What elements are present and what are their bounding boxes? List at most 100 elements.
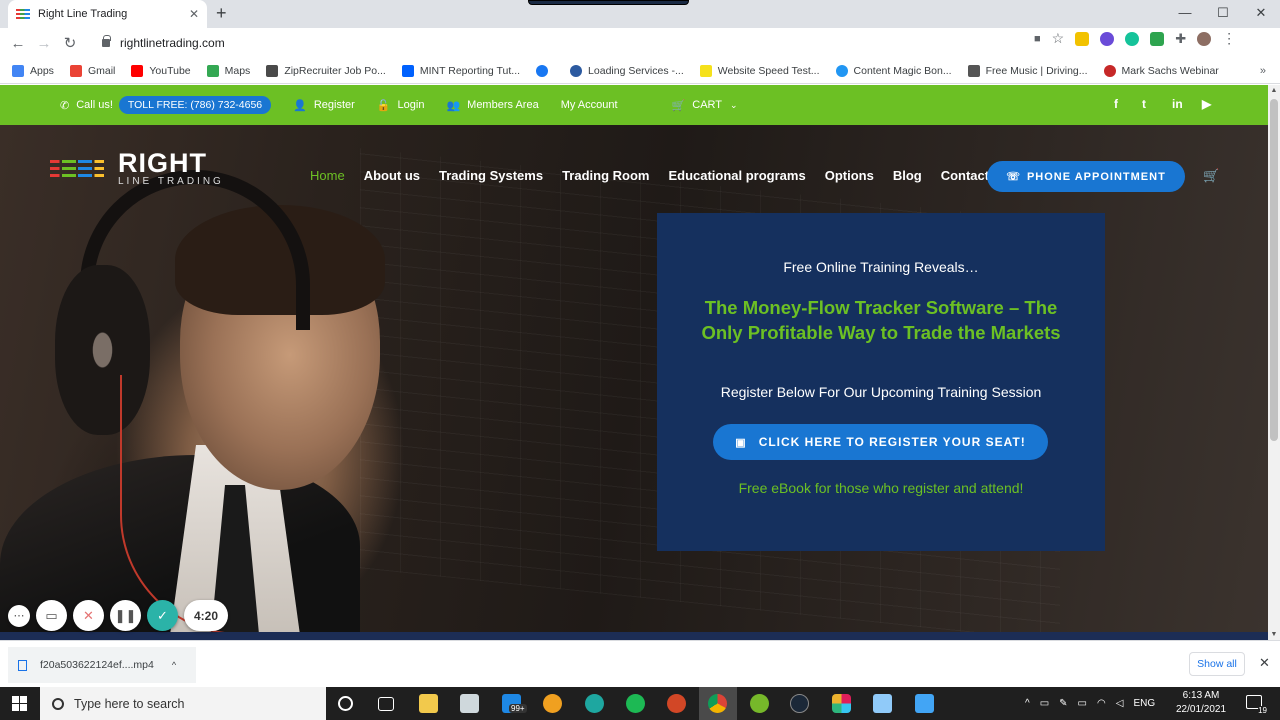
meet-now-icon[interactable]: ▭ [1040,698,1049,709]
steam-icon[interactable] [790,694,809,713]
toll-free-button[interactable]: TOLL FREE: (786) 732-4656 [118,96,272,114]
notification-icon[interactable]: 19 [1246,695,1267,715]
browser-tab[interactable]: Right Line Trading ✕ [8,0,207,28]
forward-icon[interactable]: → [31,35,57,52]
apps-grid-icon [12,64,24,77]
bookmark-label: Maps [224,64,251,77]
avatar[interactable] [1197,31,1212,46]
show-all-button[interactable]: Show all [1189,652,1245,676]
grammarly-icon[interactable] [1125,31,1140,46]
linkedin-icon[interactable]: in [1172,97,1183,111]
cancel-recording-icon[interactable]: ✕ [73,600,104,631]
page-scrollbar[interactable]: ▲ ▼ [1268,85,1280,640]
address-bar[interactable]: rightlinetrading.com [92,31,1087,55]
utorrent-icon[interactable] [750,694,769,713]
bookmark-label: Apps [30,64,54,77]
bookmark-ziprecruiter[interactable]: ZipRecruiter Job Po... [266,64,386,77]
more-bookmarks-icon[interactable]: » [1260,65,1266,77]
close-window-icon[interactable]: ✕ [1242,0,1280,28]
download-item[interactable]: f20a503622124ef....mp4 ^ [8,647,196,683]
spotify-icon[interactable] [626,694,645,713]
bookmark-star-icon[interactable]: ☆ [1052,30,1065,47]
extension-icon[interactable] [1150,31,1165,46]
menu-dots-icon[interactable]: ⋮ [1222,30,1236,47]
clock[interactable]: 6:13 AM 22/01/2021 [1176,689,1226,717]
nav-trading-room[interactable]: Trading Room [562,168,649,183]
nav-trading-systems[interactable]: Trading Systems [439,168,543,183]
facebook-icon[interactable]: f [1114,97,1118,111]
reload-icon[interactable]: ↻ [57,34,83,52]
close-download-bar-icon[interactable]: ✕ [1259,655,1270,671]
windows-start-icon[interactable] [12,696,27,711]
chrome-icon[interactable] [708,694,727,713]
register-link[interactable]: 👤 Register [293,99,355,112]
taskbar-search[interactable]: Type here to search [40,687,326,720]
cart-icon[interactable]: 🛒 [1203,168,1219,184]
bookmark-loading-services[interactable]: Loading Services -... [570,64,684,77]
extension-icon[interactable] [1075,31,1090,46]
bookmark-free-music[interactable]: Free Music | Driving... [967,64,1088,77]
twitter-icon[interactable]: t [1142,97,1146,111]
chevron-up-icon[interactable]: ^ [1025,698,1030,709]
bookmark-mint[interactable]: MINT Reporting Tut... [401,64,520,77]
unlock-icon: 🔓 [376,99,391,112]
my-account-link[interactable]: My Account [561,99,618,111]
photos-icon[interactable] [915,694,934,713]
bookmark-maps[interactable]: Maps [206,64,251,77]
store-icon[interactable] [460,694,479,713]
maximize-icon[interactable]: ☐ [1204,0,1242,28]
battery-icon[interactable]: ▭ [1078,698,1087,709]
camera-toggle-icon[interactable]: ▭ [36,600,67,631]
volume-icon[interactable]: ◁ [1116,698,1124,709]
register-seat-button[interactable]: ▣ CLICK HERE TO REGISTER YOUR SEAT! [713,424,1048,460]
recorder-controls: ⋯ ▭ ✕ ❚❚ ✓ 4:20 [8,600,228,631]
calendar-icon: ▣ [735,436,747,449]
extension-icon[interactable] [1100,31,1115,46]
nav-about[interactable]: About us [364,168,420,183]
pause-icon[interactable]: ❚❚ [110,600,141,631]
app-icon[interactable] [873,694,892,713]
back-icon[interactable]: ← [5,35,31,52]
cortana-icon[interactable] [338,696,353,711]
edge-icon[interactable] [585,694,604,713]
scroll-down-icon[interactable]: ▼ [1268,631,1280,638]
phone-appointment-button[interactable]: ☏ PHONE APPOINTMENT [987,161,1185,192]
login-link[interactable]: 🔓 Login [377,99,425,112]
chevron-up-icon[interactable]: ^ [172,660,176,670]
more-options-icon[interactable]: ⋯ [8,604,30,627]
new-tab-icon[interactable]: + [216,3,227,24]
task-view-icon[interactable] [378,697,394,711]
youtube-icon [131,64,144,77]
nav-options[interactable]: Options [825,168,874,183]
app-icon[interactable] [543,694,562,713]
nav-contact[interactable]: Contact [941,168,989,183]
bookmark-mark-sachs[interactable]: Mark Sachs Webinar [1103,64,1219,77]
nav-blog[interactable]: Blog [893,168,922,183]
finish-recording-icon[interactable]: ✓ [147,600,178,631]
close-tab-icon[interactable]: ✕ [189,7,199,21]
site-logo[interactable]: RIGHT LINE TRADING [50,150,224,187]
nav-home[interactable]: Home [310,168,345,183]
scroll-thumb[interactable] [1270,99,1278,441]
pen-icon[interactable]: ✎ [1059,698,1067,709]
minimize-icon[interactable]: — [1166,0,1204,28]
nav-educational-programs[interactable]: Educational programs [668,168,805,183]
bookmark-facebook[interactable] [536,64,554,77]
bookmark-apps[interactable]: Apps [12,64,54,77]
wifi-icon[interactable]: ◠ [1097,698,1106,709]
camera-icon[interactable]: ■ [1034,33,1041,45]
members-area-link[interactable]: 👥 Members Area [446,99,538,112]
slack-icon[interactable] [832,694,851,713]
bookmark-speed-test[interactable]: Website Speed Test... [699,64,820,77]
bookmark-content-magic[interactable]: Content Magic Bon... [835,64,952,77]
login-label: Login [397,99,425,111]
scroll-up-icon[interactable]: ▲ [1268,87,1280,94]
youtube-icon[interactable]: ▶ [1202,97,1211,111]
powerpoint-icon[interactable] [667,694,686,713]
cart-link[interactable]: 🛒 CART ⌄ [672,99,738,112]
bookmark-youtube[interactable]: YouTube [131,64,191,77]
bookmark-gmail[interactable]: Gmail [69,64,115,77]
language-indicator[interactable]: ENG [1133,698,1155,709]
file-explorer-icon[interactable] [419,694,438,713]
puzzle-icon[interactable]: ✚ [1175,31,1186,47]
